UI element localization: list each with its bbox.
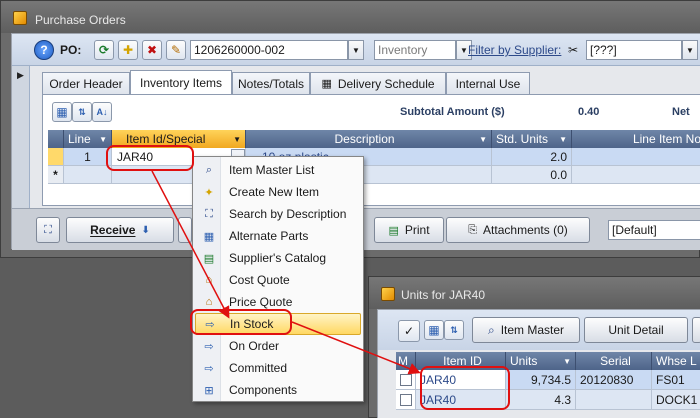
annotation-arrow <box>291 321 421 375</box>
annotation-arrow <box>151 170 230 319</box>
annotation-arrows <box>151 170 421 375</box>
